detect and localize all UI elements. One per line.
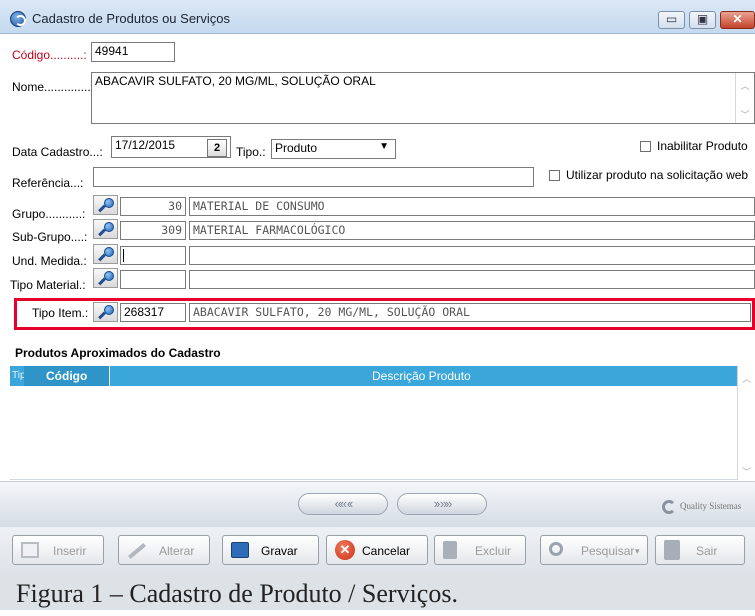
referencia-field[interactable] — [93, 167, 534, 187]
referencia-label: Referência...: — [12, 176, 84, 190]
tipo-material-lookup-button[interactable] — [93, 268, 118, 288]
text-cursor — [123, 249, 124, 262]
gravar-label: Gravar — [261, 544, 298, 558]
utilizar-label: Utilizar produto na solicitação web — [566, 168, 749, 182]
inserir-label: Inserir — [53, 544, 87, 558]
excluir-button[interactable]: Excluir — [434, 535, 526, 565]
tipo-material-description — [189, 270, 755, 289]
tipo-value: Produto — [275, 141, 318, 155]
gravar-button[interactable]: Gravar — [222, 535, 319, 565]
sub-grupo-label: Sub-Grupo....: — [12, 230, 88, 244]
window-title: Cadastro de Produtos ou Serviços — [32, 11, 230, 26]
minimize-button[interactable]: ▭ — [658, 11, 685, 29]
und-medida-code[interactable] — [120, 246, 186, 265]
app-icon — [10, 11, 26, 27]
alterar-label: Alterar — [159, 544, 195, 558]
nav-first-prev-button[interactable]: «« ‹‹ — [298, 493, 388, 515]
chevron-down-icon: ▾ — [635, 546, 640, 556]
sair-button[interactable]: Sair — [655, 535, 745, 565]
und-medida-lookup-button[interactable] — [93, 244, 118, 264]
grupo-lookup-button[interactable] — [93, 195, 118, 215]
tipo-item-description: ABACAVIR SULFATO, 20 MG/ML, SOLUÇÃO ORAL — [189, 303, 751, 322]
tipo-label: Tipo.: — [236, 145, 266, 159]
codigo-field[interactable]: 49941 — [91, 42, 175, 62]
tipo-select[interactable]: Produto ▼ — [271, 139, 396, 159]
tipo-material-label: Tipo Material.: — [10, 278, 86, 292]
codigo-label: Código..........: — [12, 48, 87, 62]
chevron-down-icon: ▼ — [379, 141, 389, 152]
tipo-item-lookup-button[interactable] — [93, 302, 118, 322]
trash-icon — [443, 541, 457, 559]
figure-caption: Figura 1 – Cadastro de Produto / Serviço… — [0, 572, 755, 610]
utilizar-checkbox[interactable] — [549, 170, 560, 181]
inabilitar-checkbox[interactable] — [640, 141, 651, 152]
nav-next-last-button[interactable]: ›› »» — [397, 493, 487, 515]
brand-label: Quality Sistemas — [680, 501, 742, 511]
tipo-item-label: Tipo Item.: — [32, 306, 89, 320]
tipo-material-code[interactable] — [120, 270, 186, 289]
nome-label: Nome..............: — [12, 80, 95, 94]
grid-column-descricao[interactable]: Descrição Produto — [372, 369, 471, 383]
nome-value: ABACAVIR SULFATO, 20 MG/ML, SOLUÇÃO ORAL — [95, 74, 376, 88]
calendar-icon[interactable]: 2 — [207, 139, 227, 157]
nome-scrollbar[interactable]: ︿ ﹀ — [735, 73, 754, 123]
sub-grupo-code[interactable]: 309 — [120, 221, 186, 240]
tipo-item-code[interactable]: 268317 — [120, 303, 186, 322]
alterar-button[interactable]: Alterar — [118, 535, 210, 565]
sair-label: Sair — [696, 544, 718, 558]
grupo-label: Grupo...........: — [12, 207, 86, 221]
cancel-icon: ✕ — [335, 540, 355, 560]
pencil-icon — [128, 543, 146, 559]
grid-title: Produtos Aproximados do Cadastro — [15, 346, 221, 360]
close-button[interactable]: ✕ — [720, 11, 755, 29]
exit-door-icon — [664, 540, 680, 560]
sub-grupo-description: MATERIAL FARMACOLÓGICO — [189, 221, 755, 240]
save-icon — [231, 542, 249, 558]
und-medida-description — [189, 246, 755, 265]
quality-logo-icon — [662, 500, 676, 514]
data-cadastro-label: Data Cadastro...: — [12, 145, 103, 159]
grid-body[interactable] — [10, 386, 755, 480]
pesquisar-button[interactable]: Pesquisar ▾ — [540, 535, 648, 565]
data-cadastro-value: 17/12/2015 — [115, 138, 176, 152]
grupo-code[interactable]: 30 — [120, 197, 186, 216]
sub-grupo-lookup-button[interactable] — [93, 219, 118, 239]
grid-scrollbar[interactable]: ︿ ﹀ — [737, 366, 755, 480]
search-icon — [549, 542, 563, 556]
excluir-label: Excluir — [475, 544, 512, 558]
inabilitar-label: Inabilitar Produto — [657, 139, 748, 153]
grupo-description: MATERIAL DE CONSUMO — [189, 197, 755, 216]
grid-column-codigo[interactable]: Código — [46, 369, 87, 383]
insert-icon — [21, 542, 39, 558]
und-medida-label: Und. Medida.: — [12, 254, 87, 268]
nome-field[interactable]: ABACAVIR SULFATO, 20 MG/ML, SOLUÇÃO ORAL — [91, 72, 755, 124]
pesquisar-label: Pesquisar — [581, 544, 635, 558]
maximize-button[interactable]: ▣ — [689, 11, 716, 29]
cancelar-label: Cancelar — [362, 544, 411, 558]
cancelar-button[interactable]: ✕ Cancelar — [326, 535, 428, 565]
inserir-button[interactable]: Inserir — [12, 535, 104, 565]
